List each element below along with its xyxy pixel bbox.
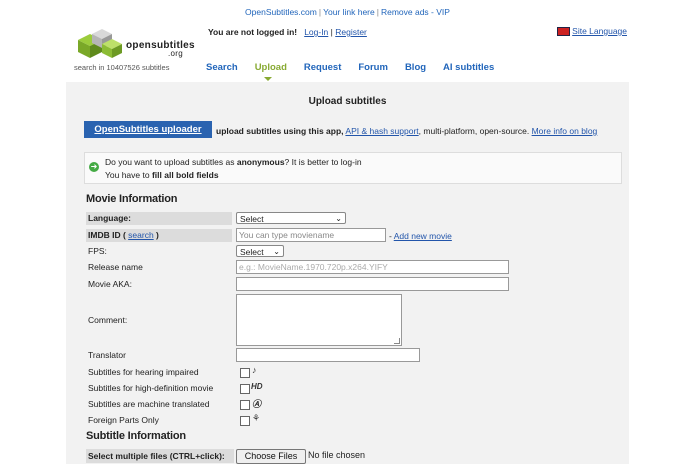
opensubtitles-com-link[interactable]: OpenSubtitles.com (245, 7, 317, 17)
top-bar: OpenSubtitles.com | Your link here | Remove … (245, 7, 450, 17)
main-nav: Search Upload Request Forum Blog AI subtitles (206, 62, 511, 73)
upload-form: Upload subtitles OpenSubtitles uploader … (66, 82, 629, 464)
site-language-link[interactable]: Site Language (572, 26, 627, 36)
subtitle-info-heading: Subtitle Information (86, 430, 186, 442)
hd-label: Subtitles for high-definition movie (88, 383, 214, 393)
more-info-link[interactable]: More info on blog (532, 126, 598, 136)
header: opensubtitles .org search in 10407526 sub… (66, 22, 629, 82)
no-file-chosen-text: No file chosen (308, 450, 366, 460)
page-title: Upload subtitles (308, 96, 387, 107)
foreign-parts-icon: ⚘ (252, 413, 261, 423)
subtitle-count: search in 10407526 subtitles (74, 63, 170, 72)
anonymous-notice: ➜ Do you want to upload subtitles as ano… (84, 152, 622, 184)
hearing-impaired-label: Subtitles for hearing impaired (88, 367, 199, 377)
imdb-search-link[interactable]: search (128, 230, 154, 240)
machine-translated-checkbox[interactable] (240, 400, 250, 410)
login-status: You are not logged in! Log-In | Register (208, 27, 367, 37)
machine-translated-icon: Ⓐ (252, 399, 262, 409)
movie-info-heading: Movie Information (86, 193, 178, 205)
chevron-down-icon: ⌄ (335, 214, 342, 223)
imdb-input[interactable]: You can type moviename (236, 228, 386, 242)
hearing-impaired-icon: ♪ (252, 365, 257, 375)
info-arrow-icon: ➜ (89, 162, 99, 172)
select-files-label: Select multiple files (CTRL+click): (86, 449, 234, 463)
nav-upload[interactable]: Upload (255, 62, 287, 73)
movie-aka-label: Movie AKA: (88, 279, 132, 289)
your-link-here-link[interactable]: Your link here (323, 7, 375, 17)
register-link[interactable]: Register (335, 27, 367, 37)
translator-input[interactable] (236, 348, 420, 362)
login-link[interactable]: Log-In (304, 27, 328, 37)
machine-translated-label: Subtitles are machine translated (88, 399, 210, 409)
nav-request[interactable]: Request (304, 62, 341, 73)
logo-cubes-icon (78, 29, 122, 58)
chevron-down-icon: ⌄ (273, 247, 280, 256)
hearing-impaired-checkbox[interactable] (240, 368, 250, 378)
nav-forum[interactable]: Forum (358, 62, 388, 73)
hd-icon: HD (251, 382, 263, 391)
site-logo[interactable]: opensubtitles .org (72, 26, 195, 64)
uploader-button[interactable]: OpenSubtitles uploader (84, 121, 212, 138)
choose-files-button[interactable]: Choose Files (236, 449, 306, 464)
comment-textarea[interactable] (236, 294, 402, 346)
imdb-label: IMDB ID ( search ) (86, 229, 232, 242)
foreign-parts-label: Foreign Parts Only (88, 415, 159, 425)
active-nav-indicator (264, 77, 272, 81)
comment-label: Comment: (88, 315, 128, 325)
nav-blog[interactable]: Blog (405, 62, 426, 73)
release-name-label: Release name (88, 262, 143, 272)
uk-flag-icon (557, 27, 571, 37)
translator-label: Translator (88, 350, 126, 360)
movie-aka-input[interactable] (236, 277, 509, 291)
resize-handle-icon[interactable] (394, 338, 400, 344)
api-hash-link[interactable]: API & hash support (345, 126, 418, 136)
hd-checkbox[interactable] (240, 384, 250, 394)
uploader-description: upload subtitles using this app, API & h… (216, 126, 598, 136)
language-select[interactable]: Select ⌄ (236, 212, 346, 224)
add-new-movie-link[interactable]: Add new movie (394, 231, 452, 241)
foreign-parts-checkbox[interactable] (240, 416, 250, 426)
not-logged-text: You are not logged in! (208, 27, 298, 37)
nav-ai-subtitles[interactable]: AI subtitles (443, 62, 494, 73)
release-name-input[interactable]: e.g.: MovieName.1970.720p.x264.YIFY (236, 260, 509, 274)
logo-text: opensubtitles .org (126, 40, 195, 58)
remove-ads-link[interactable]: Remove ads - VIP (381, 7, 450, 17)
fps-label: FPS: (88, 246, 107, 256)
fps-select[interactable]: Select ⌄ (236, 245, 284, 257)
nav-search[interactable]: Search (206, 62, 238, 73)
language-label: Language: (86, 212, 232, 225)
site-language[interactable]: Site Language (557, 26, 627, 37)
